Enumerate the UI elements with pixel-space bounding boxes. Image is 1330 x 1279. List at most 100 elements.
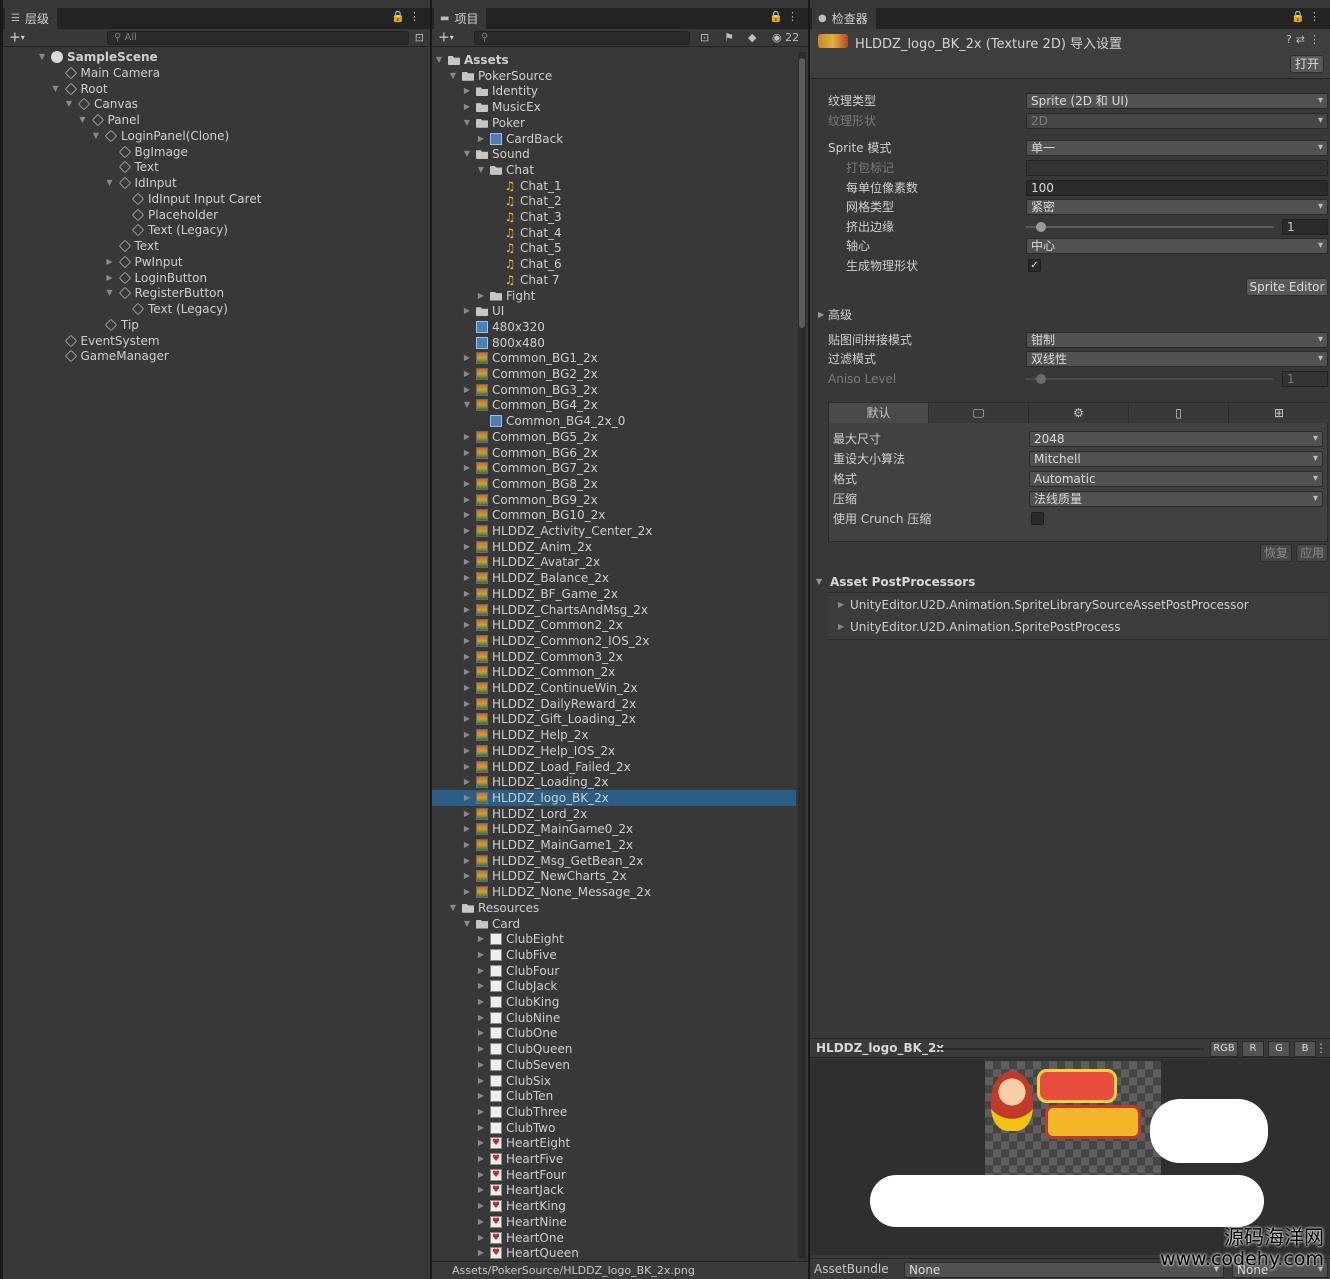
collapse-arrow-icon[interactable]: ▶ [462, 743, 472, 759]
collapse-arrow-icon[interactable]: ▶ [462, 350, 472, 366]
expand-arrow-icon[interactable]: ▼ [462, 397, 472, 413]
project-item[interactable]: ♫ Chat 7 [432, 272, 796, 288]
expand-arrow-icon[interactable]: ▼ [105, 175, 115, 191]
project-item[interactable]: ▶ HLDDZ_BF_Game_2x [432, 586, 796, 602]
project-item[interactable]: ▶ HLDDZ_Common3_2x [432, 649, 796, 665]
collapse-arrow-icon[interactable]: ▶ [476, 1245, 486, 1260]
collapse-arrow-icon[interactable]: ▶ [462, 806, 472, 822]
collapse-arrow-icon[interactable]: ▶ [476, 1167, 486, 1183]
project-item[interactable]: ▶ Common_BG3_2x [432, 382, 796, 398]
collapse-arrow-icon[interactable]: ▶ [462, 523, 472, 539]
collapse-arrow-icon[interactable]: ▶ [476, 1057, 486, 1073]
project-item[interactable]: ▶ Common_BG2_2x [432, 366, 796, 382]
crunch-checkbox[interactable] [1031, 512, 1044, 525]
collapse-arrow-icon[interactable]: ▶ [462, 445, 472, 461]
search-options-icon[interactable]: ⊡ [415, 29, 424, 47]
channel-g-button[interactable]: G [1268, 1041, 1290, 1057]
collapse-arrow-icon[interactable]: ▶ [476, 1135, 486, 1151]
hierarchy-item[interactable]: ▼ Canvas [3, 96, 430, 112]
mesh-type-dropdown[interactable]: 紧密 [1026, 199, 1328, 215]
project-item[interactable]: ▶ HLDDZ_DailyReward_2x [432, 696, 796, 712]
collapse-arrow-icon[interactable]: ▶ [476, 963, 486, 979]
collapse-arrow-icon[interactable]: ▶ [462, 539, 472, 555]
collapse-arrow-icon[interactable]: ▶ [462, 696, 472, 712]
project-search-input[interactable]: ⚲ [474, 31, 690, 45]
project-item[interactable]: ♫ Chat_2 [432, 193, 796, 209]
packing-tag-field[interactable] [1026, 160, 1328, 176]
sprite-editor-button[interactable]: Sprite Editor [1246, 278, 1328, 296]
collapse-arrow-icon[interactable]: ▶ [462, 633, 472, 649]
hierarchy-item[interactable]: Text (Legacy) [3, 301, 430, 317]
collapse-arrow-icon[interactable]: ▶ [462, 429, 472, 445]
project-item[interactable]: ▶ Identity [432, 83, 796, 99]
filter-icon[interactable]: ⚑ [724, 29, 734, 47]
expand-arrow-icon[interactable]: ▼ [434, 52, 444, 68]
project-item[interactable]: ▶ ♥ HeartFive [432, 1151, 796, 1167]
project-item[interactable]: ▶ ClubTwo [432, 1120, 796, 1136]
collapse-arrow-icon[interactable]: ▶ [462, 837, 472, 853]
expand-arrow-icon[interactable]: ▼ [78, 112, 88, 128]
tab-controls[interactable]: 🔒⋮ [391, 10, 424, 23]
project-item[interactable]: ▶ UI [432, 303, 796, 319]
tab-controls[interactable]: 🔒⋮ [769, 10, 802, 23]
project-item[interactable]: ▶ HLDDZ_Common_2x [432, 664, 796, 680]
extrude-value-field[interactable]: 1 [1282, 219, 1328, 235]
expand-arrow-icon[interactable]: ▼ [462, 146, 472, 162]
collapse-arrow-icon[interactable]: ▶ [476, 994, 486, 1010]
project-item[interactable]: 480x320 [432, 319, 796, 335]
tab-platform-desktop[interactable]: 🖵 [929, 403, 1029, 423]
hierarchy-item[interactable]: Placeholder [3, 207, 430, 223]
tab-controls[interactable]: 🔒⋮ [1291, 10, 1324, 23]
create-dropdown-button[interactable]: +▾ [9, 29, 25, 47]
pivot-dropdown[interactable]: 中心 [1026, 238, 1328, 254]
project-item[interactable]: ▶ HLDDZ_Activity_Center_2x [432, 523, 796, 539]
project-item[interactable]: ▶ ClubNine [432, 1010, 796, 1026]
texture-type-dropdown[interactable]: Sprite (2D 和 UI) [1026, 93, 1328, 109]
resize-algorithm-dropdown[interactable]: Mitchell [1029, 451, 1323, 467]
channel-rgb-button[interactable]: RGB [1210, 1041, 1238, 1057]
project-item[interactable]: ▶ ClubThree [432, 1104, 796, 1120]
collapse-arrow-icon[interactable]: ▶ [462, 83, 472, 99]
collapse-arrow-icon[interactable]: ▶ [462, 711, 472, 727]
expand-arrow-icon[interactable]: ▼ [462, 916, 472, 932]
expand-arrow-icon[interactable]: ▼ [462, 115, 472, 131]
project-item[interactable]: ▶ ClubSix [432, 1073, 796, 1089]
collapse-arrow-icon[interactable]: ▶ [476, 1198, 486, 1214]
collapse-arrow-icon[interactable]: ▶ [462, 680, 472, 696]
collapse-arrow-icon[interactable]: ▶ [462, 664, 472, 680]
hierarchy-item[interactable]: ▼ SampleScene [3, 49, 430, 65]
collapse-arrow-icon[interactable]: ▶ [462, 884, 472, 900]
hierarchy-item[interactable]: ▼ IdInput [3, 175, 430, 191]
expand-arrow-icon[interactable]: ▼ [91, 128, 101, 144]
project-item[interactable]: ▼ Assets [432, 52, 796, 68]
collapse-arrow-icon[interactable]: ▶ [476, 1230, 486, 1246]
compression-dropdown[interactable]: 法线质量 [1029, 491, 1323, 507]
project-item[interactable]: ▶ HLDDZ_Common2_IOS_2x [432, 633, 796, 649]
project-item[interactable]: ▶ HLDDZ_Loading_2x [432, 774, 796, 790]
create-asset-button[interactable]: +▾ [438, 29, 454, 47]
expand-arrow-icon[interactable]: ▼ [476, 162, 486, 178]
hierarchy-item[interactable]: BgImage [3, 144, 430, 160]
project-item[interactable]: ▼ Card [432, 916, 796, 932]
hierarchy-item[interactable]: ▶ LoginButton [3, 270, 430, 286]
project-item[interactable]: ▶ Common_BG8_2x [432, 476, 796, 492]
collapse-arrow-icon[interactable]: ▶ [462, 303, 472, 319]
hierarchy-item[interactable]: Text [3, 238, 430, 254]
project-item[interactable]: ▶ ClubEight [432, 931, 796, 947]
collapse-arrow-icon[interactable]: ▶ [462, 727, 472, 743]
collapse-arrow-icon[interactable]: ▶ [476, 1088, 486, 1104]
preview-divider[interactable] [938, 1048, 1204, 1050]
collapse-arrow-icon[interactable]: ▶ [476, 288, 486, 304]
collapse-arrow-icon[interactable]: ▶ [462, 868, 472, 884]
tab-platform-webgl[interactable]: ▯ [1129, 403, 1229, 423]
format-dropdown[interactable]: Automatic [1029, 471, 1323, 487]
project-item[interactable]: ♫ Chat_1 [432, 178, 796, 194]
project-item[interactable]: ♫ Chat_5 [432, 240, 796, 256]
project-item[interactable]: ▶ ClubKing [432, 994, 796, 1010]
project-item[interactable]: ▶ ClubFour [432, 963, 796, 979]
project-item[interactable]: ▶ ClubQueen [432, 1041, 796, 1057]
collapse-arrow-icon[interactable]: ▶ [462, 649, 472, 665]
collapse-arrow-icon[interactable]: ▶ [462, 586, 472, 602]
project-item[interactable]: ▶ Common_BG9_2x [432, 492, 796, 508]
expand-arrow-icon[interactable]: ▼ [448, 900, 458, 916]
